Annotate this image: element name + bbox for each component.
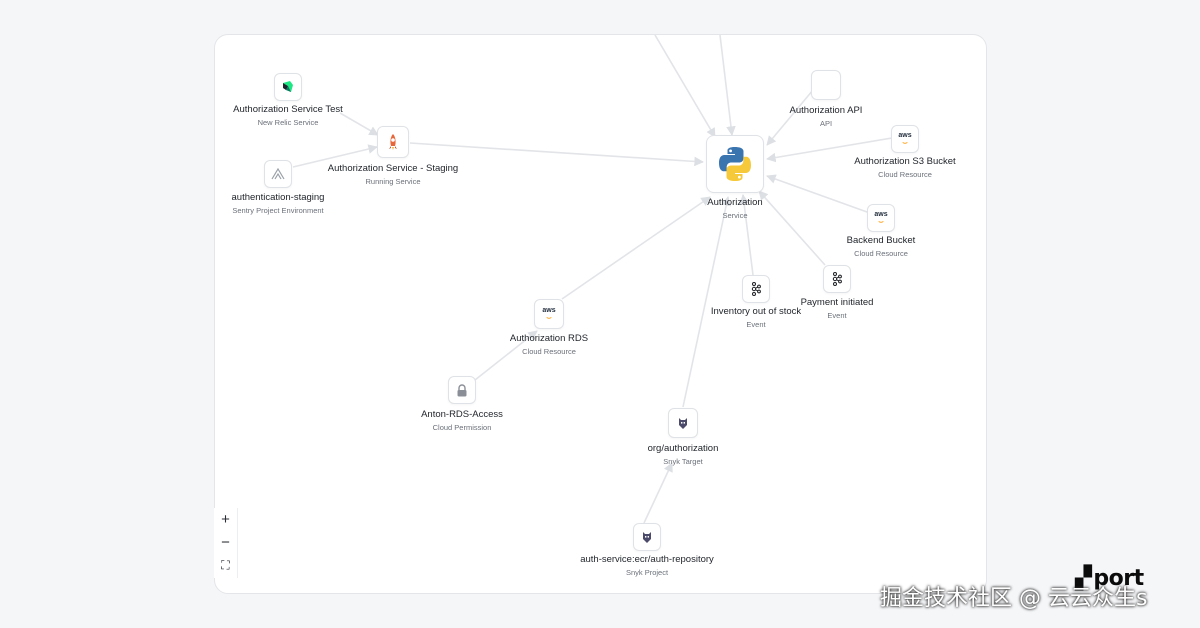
node-title: auth-service:ecr/auth-repository bbox=[580, 554, 714, 565]
snyk-icon bbox=[668, 408, 698, 438]
kafka-icon bbox=[742, 275, 770, 303]
aws-icon: aws ⌣ bbox=[534, 299, 564, 329]
watermark: 掘金技术社区 @ 云云众生s bbox=[880, 586, 1148, 611]
node-backend-bucket[interactable]: aws ⌣ Backend Bucket Cloud Resource bbox=[781, 204, 981, 264]
graph-canvas[interactable]: Authorization Service Test New Relic Ser… bbox=[214, 34, 987, 594]
fit-view-button[interactable]: ⛶ bbox=[214, 554, 237, 577]
node-subtitle: Event bbox=[746, 320, 766, 329]
node-subtitle: Cloud Resource bbox=[878, 170, 932, 179]
node-authorization-s3-bucket[interactable]: aws ⌣ Authorization S3 Bucket Cloud Resou… bbox=[805, 125, 986, 185]
rocket-icon bbox=[377, 126, 409, 158]
aws-icon: aws ⌣ bbox=[891, 125, 919, 153]
node-title: org/authorization bbox=[647, 443, 719, 454]
node-authorization-api[interactable]: Authorization API API bbox=[726, 70, 926, 130]
node-subtitle: Sentry Project Environment bbox=[232, 206, 324, 215]
node-title: Anton-RDS-Access bbox=[421, 409, 503, 420]
zoom-in-button[interactable]: + bbox=[214, 508, 237, 531]
node-subtitle: Cloud Permission bbox=[432, 423, 492, 432]
node-authorization-service-test[interactable]: Authorization Service Test New Relic Ser… bbox=[215, 73, 388, 133]
node-subtitle: Cloud Resource bbox=[854, 249, 908, 258]
sentry-icon bbox=[264, 160, 292, 188]
zoom-out-button[interactable]: − bbox=[214, 531, 237, 554]
node-title: Authorization API bbox=[789, 105, 863, 116]
edge bbox=[643, 462, 673, 524]
node-title: Inventory out of stock bbox=[710, 306, 802, 317]
python-icon bbox=[706, 135, 764, 193]
node-subtitle: Snyk Project bbox=[625, 568, 669, 577]
node-title: authentication-staging bbox=[231, 192, 325, 203]
lock-icon bbox=[448, 376, 476, 404]
api-icon bbox=[811, 70, 841, 100]
snyk-icon bbox=[633, 523, 661, 551]
new-relic-icon bbox=[274, 73, 302, 101]
node-authorization-rds[interactable]: aws ⌣ Authorization RDS Cloud Resource bbox=[449, 299, 649, 359]
node-anton-rds-access[interactable]: Anton-RDS-Access Cloud Permission bbox=[362, 376, 562, 436]
node-authentication-staging[interactable]: authentication-staging Sentry Project En… bbox=[215, 160, 378, 220]
node-inventory-out-of-stock[interactable]: Inventory out of stock Event bbox=[656, 275, 856, 335]
edge bbox=[654, 35, 716, 138]
node-org-authorization[interactable]: org/authorization Snyk Target bbox=[583, 408, 783, 468]
node-subtitle: Cloud Resource bbox=[522, 347, 576, 356]
node-title: Backend Bucket bbox=[846, 235, 916, 246]
node-title: Authorization RDS bbox=[509, 333, 589, 344]
aws-icon: aws ⌣ bbox=[867, 204, 895, 232]
node-title: Authorization S3 Bucket bbox=[854, 156, 956, 167]
zoom-controls: + − ⛶ bbox=[214, 508, 238, 578]
node-title: Authorization Service Test bbox=[233, 104, 343, 115]
node-subtitle: Snyk Target bbox=[663, 457, 703, 466]
node-auth-repository[interactable]: auth-service:ecr/auth-repository Snyk Pr… bbox=[547, 523, 747, 583]
